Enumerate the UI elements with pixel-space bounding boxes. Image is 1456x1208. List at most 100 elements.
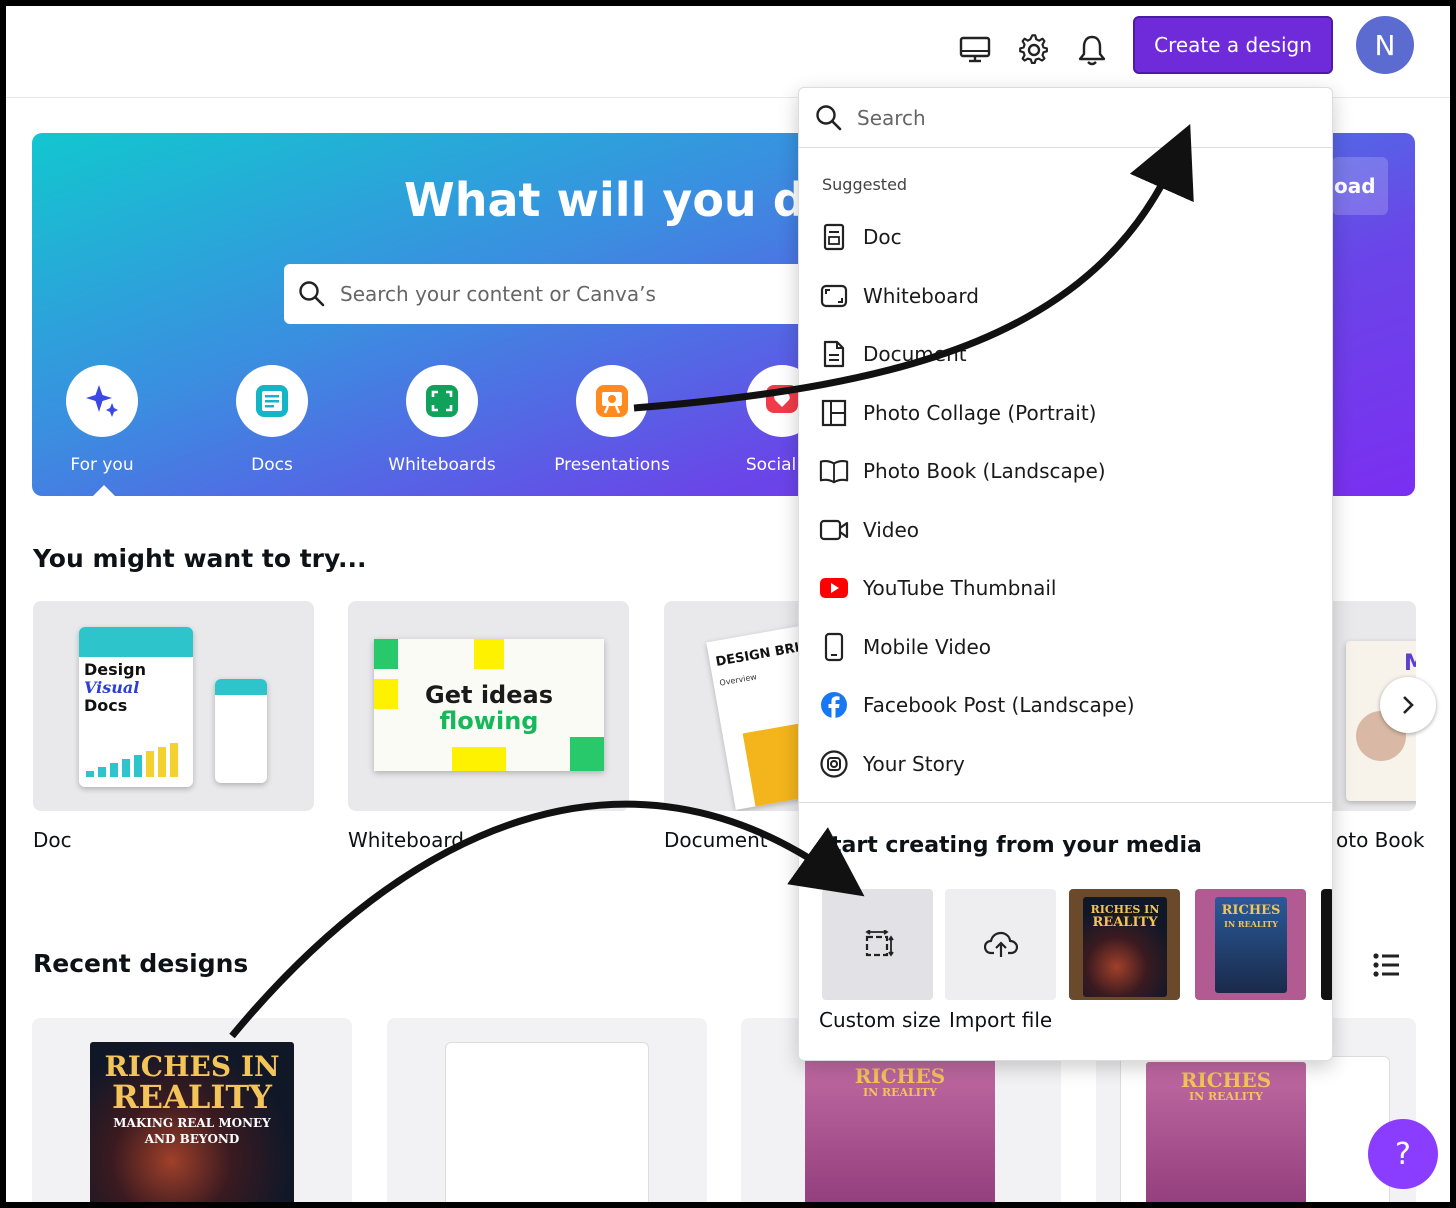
bell-icon[interactable]: [1070, 28, 1114, 72]
menu-item-mobile-video[interactable]: Mobile Video: [799, 622, 1332, 672]
thumb-text: RICHES: [1221, 903, 1281, 918]
menu-item-label: Photo Collage (Portrait): [863, 401, 1097, 425]
menu-item-photo-book[interactable]: Photo Book (Landscape): [799, 446, 1332, 496]
thumb-text: IN REALITY: [1224, 919, 1278, 929]
facebook-icon: [819, 690, 849, 720]
menu-item-doc[interactable]: Doc: [799, 212, 1332, 262]
thumb-text: RICHES: [1180, 1068, 1272, 1092]
carousel-next-button[interactable]: [1380, 677, 1436, 733]
presentation-icon: [576, 365, 648, 437]
custom-size-label: Custom size: [819, 1008, 941, 1032]
thumb-text: MAKING REAL MONEY: [113, 1116, 271, 1130]
doc-thumbnail: Design Visual Docs: [79, 627, 193, 787]
media-thumbnail-1[interactable]: RICHES IN REALITY: [1069, 889, 1180, 1000]
thumb-text: REALITY: [112, 1078, 272, 1116]
cloud-upload-icon: [983, 931, 1018, 957]
category-presentations[interactable]: Presentations: [542, 365, 682, 475]
search-icon: [299, 281, 325, 307]
book-cover-thumbnail: RICHES IN REALITY: [805, 1058, 995, 1202]
card-label: oto Book: [1336, 828, 1425, 852]
book-cover-thumbnail: RICHES IN REALITY MAKING REAL MONEY AND …: [90, 1042, 294, 1202]
category-label: Docs: [251, 455, 293, 475]
card-label: Whiteboard: [348, 828, 464, 852]
help-button[interactable]: ?: [1368, 1119, 1438, 1189]
doc-icon: [819, 222, 849, 252]
recent-design-2[interactable]: [387, 1018, 707, 1202]
menu-item-facebook-post[interactable]: Facebook Post (Landscape): [799, 680, 1332, 730]
thumb-text: IN REALITY: [862, 1086, 937, 1099]
import-file-tile[interactable]: [945, 889, 1056, 1000]
template-card-doc[interactable]: Design Visual Docs: [33, 601, 314, 811]
thumb-text: AND BEYOND: [144, 1132, 240, 1146]
book-cover-thumbnail: RICHES IN REALITY: [1146, 1062, 1306, 1202]
menu-item-whiteboard[interactable]: Whiteboard: [799, 271, 1332, 321]
recent-design-1[interactable]: RICHES IN REALITY MAKING REAL MONEY AND …: [32, 1018, 352, 1202]
list-view-icon[interactable]: [1372, 952, 1400, 982]
menu-item-label: Photo Book (Landscape): [863, 459, 1106, 483]
media-section-title: tart creating from your media: [831, 833, 1202, 858]
menu-item-video[interactable]: Video: [799, 505, 1332, 555]
create-design-button[interactable]: Create a design: [1133, 16, 1333, 74]
whiteboard-thumbnail: Get ideas flowing: [374, 639, 604, 771]
whiteboard-icon: [819, 281, 849, 311]
menu-item-label: Doc: [863, 225, 902, 249]
menu-item-label: Your Story: [863, 752, 965, 776]
collage-icon: [819, 398, 849, 428]
menu-item-label: Whiteboard: [863, 284, 979, 308]
thumb-text: Visual: [84, 678, 140, 697]
book-cover-thumbnail: RICHES IN REALITY: [1083, 897, 1167, 997]
suggested-heading: Suggested: [822, 175, 908, 194]
thumb-text: Get ideas: [425, 681, 553, 709]
create-design-dropdown: Search Suggested Doc Whiteboard Document…: [798, 87, 1333, 1061]
menu-item-label: Mobile Video: [863, 635, 991, 659]
book-cover-thumbnail: RICHES IN REALITY: [1215, 897, 1287, 993]
upload-button[interactable]: oad: [1332, 157, 1388, 215]
category-docs[interactable]: Docs: [202, 365, 342, 475]
menu-item-label: Document: [863, 342, 967, 366]
search-icon: [816, 104, 842, 130]
thumb-text: Docs: [84, 696, 128, 715]
menu-item-youtube-thumbnail[interactable]: YouTube Thumbnail: [799, 563, 1332, 613]
document-icon: [819, 339, 849, 369]
book-icon: [819, 456, 849, 486]
dropdown-search-input[interactable]: Search: [799, 88, 1332, 148]
whiteboard-icon: [406, 365, 478, 437]
thumb-text: RICHES: [854, 1064, 946, 1088]
category-for-you[interactable]: For you: [32, 365, 172, 475]
gear-icon[interactable]: [1012, 28, 1056, 72]
menu-item-label: YouTube Thumbnail: [863, 576, 1057, 600]
app-window: Create a design N What will you des Sear…: [6, 6, 1450, 1202]
desktop-app-icon[interactable]: [953, 28, 997, 72]
youtube-icon: [819, 573, 849, 603]
mobile-icon: [819, 632, 849, 662]
thumb-text: Design: [84, 660, 146, 679]
instagram-icon: [819, 749, 849, 779]
media-thumbnail-2[interactable]: RICHES IN REALITY: [1195, 889, 1306, 1000]
menu-item-your-story[interactable]: Your Story: [799, 739, 1332, 789]
media-thumbnail-3[interactable]: [1321, 889, 1332, 1000]
import-file-label: Import file: [949, 1008, 1053, 1032]
hero-search-placeholder: Search your content or Canva’s: [340, 282, 656, 306]
avatar[interactable]: N: [1356, 16, 1414, 74]
template-card-whiteboard[interactable]: Get ideas flowing: [348, 601, 629, 811]
docs-icon: [236, 365, 308, 437]
category-label: Presentations: [554, 455, 670, 475]
video-icon: [819, 515, 849, 545]
custom-size-tile[interactable]: [822, 889, 933, 1000]
hero-title: What will you des: [404, 173, 865, 227]
hero-search-input[interactable]: Search your content or Canva’s: [284, 264, 824, 324]
menu-item-label: Facebook Post (Landscape): [863, 693, 1135, 717]
menu-item-document[interactable]: Document: [799, 329, 1332, 379]
chevron-right-icon: [1403, 696, 1414, 714]
dropdown-search-placeholder: Search: [857, 105, 926, 130]
thumb-text: flowing: [439, 707, 539, 735]
top-bar: Create a design N: [6, 6, 1450, 98]
section-title-try: You might want to try...: [33, 544, 367, 573]
mobile-doc-thumbnail: [215, 679, 267, 783]
category-label: Whiteboards: [388, 455, 496, 475]
menu-item-label: Video: [863, 518, 920, 542]
sparkle-icon: [66, 365, 138, 437]
category-whiteboards[interactable]: Whiteboards: [372, 365, 512, 475]
menu-item-photo-collage[interactable]: Photo Collage (Portrait): [799, 388, 1332, 438]
section-title-recent: Recent designs: [33, 949, 249, 978]
